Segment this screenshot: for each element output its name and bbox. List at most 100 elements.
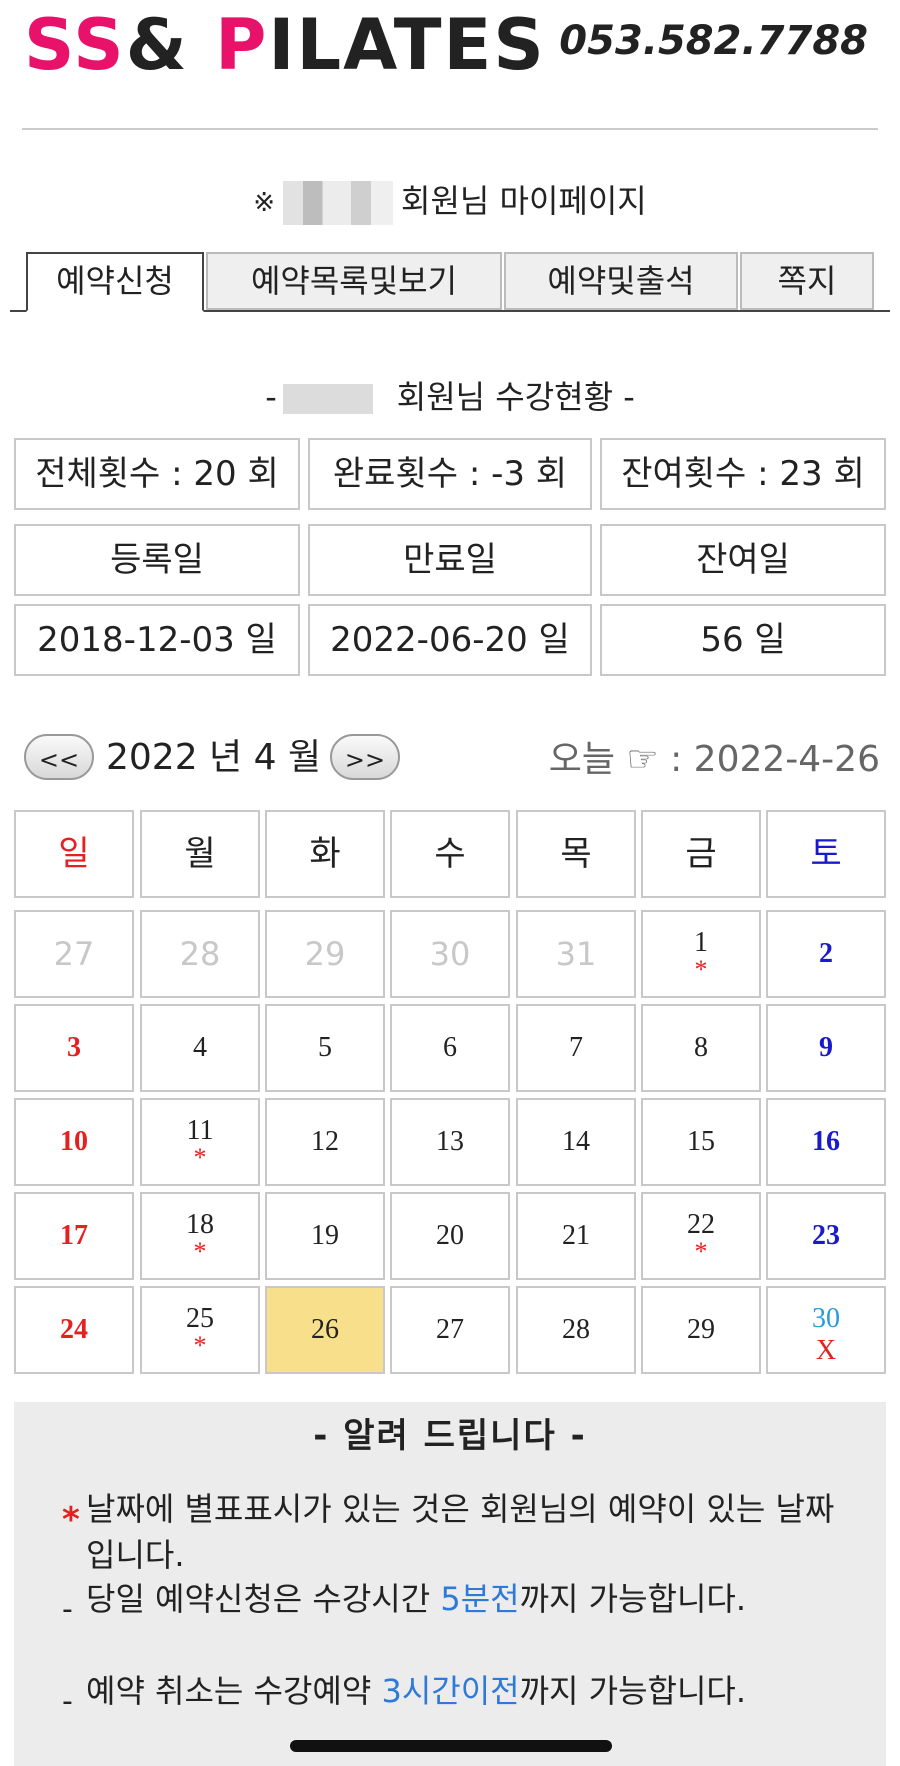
calendar-day-cell[interactable]: 23 <box>766 1192 886 1280</box>
calendar-day-number: 21 <box>562 1220 590 1251</box>
calendar-day-cell[interactable]: 4 <box>140 1004 260 1092</box>
unavailable-x-icon: X <box>815 1335 837 1366</box>
notice-item3-text-end: 까지 가능합니다. <box>519 1672 747 1710</box>
calendar-day-number: 30 <box>429 935 471 973</box>
calendar-day-cell[interactable]: 25 * <box>140 1286 260 1374</box>
calendar-day-number: 5 <box>318 1032 332 1063</box>
calendar-day-cell[interactable]: 22 * <box>641 1192 761 1280</box>
calendar-day-cell: 30 <box>390 910 510 998</box>
calendar-day-cell[interactable]: 5 <box>265 1004 385 1092</box>
notice-item2-text-end: 까지 가능합니다. <box>519 1580 747 1618</box>
tab-reservation-list[interactable]: 예약목록및보기 <box>206 252 502 310</box>
tab-reservation-attendance[interactable]: 예약및출석 <box>504 252 738 310</box>
calendar-day-number: 9 <box>819 1032 833 1063</box>
tab-messages[interactable]: 쪽지 <box>740 252 874 310</box>
mypage-title: ※ 회원님 마이페이지 <box>0 176 900 225</box>
calendar-day-number: 30 <box>812 1303 840 1334</box>
weekday-header-sat: 토 <box>766 810 886 898</box>
calendar-day-cell: 27 <box>14 910 134 998</box>
calendar-day-number: 4 <box>193 1032 207 1063</box>
completed-count: 완료횟수 : -3 회 <box>308 438 592 510</box>
remaining-count: 잔여횟수 : 23 회 <box>600 438 886 510</box>
tab-reservation-request[interactable]: 예약신청 <box>26 252 204 312</box>
calendar-day-cell[interactable]: 17 <box>14 1192 134 1280</box>
calendar-day-number: 20 <box>436 1220 464 1251</box>
calendar-day-number: 10 <box>60 1126 88 1157</box>
weekday-header-sun: 일 <box>14 810 134 898</box>
calendar-day-number: 13 <box>436 1126 464 1157</box>
weekday-header-wed: 수 <box>390 810 510 898</box>
status-title: - 회원님 수강현황 - <box>0 372 900 418</box>
calendar-day-number: 14 <box>562 1126 590 1157</box>
reservation-star-icon: * <box>193 1143 207 1172</box>
month-title: 2022 년 4 월 <box>106 737 322 778</box>
calendar-day-cell[interactable]: 15 <box>641 1098 761 1186</box>
blurred-member-name <box>283 181 394 225</box>
notice-dash-bullet-2: - <box>62 1684 73 1719</box>
calendar-day-cell[interactable]: 21 <box>516 1192 636 1280</box>
reservation-star-icon: * <box>694 1237 708 1266</box>
home-indicator[interactable] <box>290 1740 612 1752</box>
calendar-day-cell[interactable]: 2 <box>766 910 886 998</box>
calendar-day-cell[interactable]: 8 <box>641 1004 761 1092</box>
calendar-day-cell[interactable]: 1 * <box>641 910 761 998</box>
next-month-button[interactable]: >> <box>330 734 400 780</box>
calendar-day-cell[interactable]: 3 <box>14 1004 134 1092</box>
weekday-header-fri: 금 <box>641 810 761 898</box>
calendar-day-number: 7 <box>569 1032 583 1063</box>
phone-number[interactable]: 053.582.7788 <box>559 18 868 64</box>
calendar-day-number: 27 <box>436 1314 464 1345</box>
calendar-day-cell[interactable]: 19 <box>265 1192 385 1280</box>
reference-mark: ※ <box>253 188 276 218</box>
mypage-title-text: 회원님 마이페이지 <box>401 182 647 220</box>
expiry-date-label: 만료일 <box>308 524 592 596</box>
logo-ss: SS <box>24 4 126 86</box>
notice-item2-highlight: 5분전 <box>440 1580 520 1618</box>
logo[interactable]: SS& PILATES <box>24 4 546 86</box>
calendar-day-cell[interactable]: 24 <box>14 1286 134 1374</box>
registration-date: 2018-12-03 일 <box>14 604 300 676</box>
prev-month-button[interactable]: << <box>24 734 94 780</box>
calendar-day-number: 19 <box>311 1220 339 1251</box>
calendar-day-number: 27 <box>53 935 95 973</box>
calendar-day-cell[interactable]: 6 <box>390 1004 510 1092</box>
notice-title: - 알려 드립니다 - <box>313 1416 587 1456</box>
remaining-days: 56 일 <box>600 604 886 676</box>
calendar-day-cell[interactable]: 12 <box>265 1098 385 1186</box>
calendar-day-cell[interactable]: 30 X <box>766 1286 886 1374</box>
notice-item-cancel: 예약 취소는 수강예약 3시간이전까지 가능합니다. <box>86 1668 846 1714</box>
notice-item3-text: 예약 취소는 수강예약 <box>86 1672 382 1710</box>
calendar-day-cell[interactable]: 10 <box>14 1098 134 1186</box>
remaining-days-label: 잔여일 <box>600 524 886 596</box>
calendar-day-cell[interactable]: 16 <box>766 1098 886 1186</box>
calendar-day-cell[interactable]: 28 <box>516 1286 636 1374</box>
calendar-day-cell[interactable]: 14 <box>516 1098 636 1186</box>
today-indicator: 오늘 ☞ : 2022-4-26 <box>548 739 880 780</box>
calendar-day-cell[interactable]: 13 <box>390 1098 510 1186</box>
header: SS& PILATES 053.582.7788 <box>0 0 900 130</box>
header-divider <box>22 128 878 130</box>
weekday-header-mon: 월 <box>140 810 260 898</box>
calendar-day-cell: 28 <box>140 910 260 998</box>
calendar-day-number: 28 <box>179 935 221 973</box>
reservation-star-icon: * <box>694 955 708 984</box>
tab-bar: 예약신청 예약목록및보기 예약및출석 쪽지 <box>0 252 900 312</box>
reservation-star-icon: * <box>193 1331 207 1360</box>
expiry-date: 2022-06-20 일 <box>308 604 592 676</box>
calendar-day-number: 12 <box>311 1126 339 1157</box>
blurred-member-name-2 <box>282 384 373 414</box>
calendar-day-cell[interactable]: 7 <box>516 1004 636 1092</box>
calendar-day-cell[interactable]: 26 <box>265 1286 385 1374</box>
notice-dash-bullet: - <box>62 1592 73 1627</box>
calendar-day-number: 23 <box>812 1220 840 1251</box>
calendar-day-cell[interactable]: 27 <box>390 1286 510 1374</box>
calendar-day-cell[interactable]: 9 <box>766 1004 886 1092</box>
weekday-header-thu: 목 <box>516 810 636 898</box>
calendar-day-cell[interactable]: 29 <box>641 1286 761 1374</box>
notice-star-bullet: * <box>62 1500 80 1540</box>
calendar-day-cell[interactable]: 11 * <box>140 1098 260 1186</box>
logo-p: P <box>215 4 269 86</box>
calendar-day-cell[interactable]: 20 <box>390 1192 510 1280</box>
registration-date-label: 등록일 <box>14 524 300 596</box>
calendar-day-cell[interactable]: 18 * <box>140 1192 260 1280</box>
